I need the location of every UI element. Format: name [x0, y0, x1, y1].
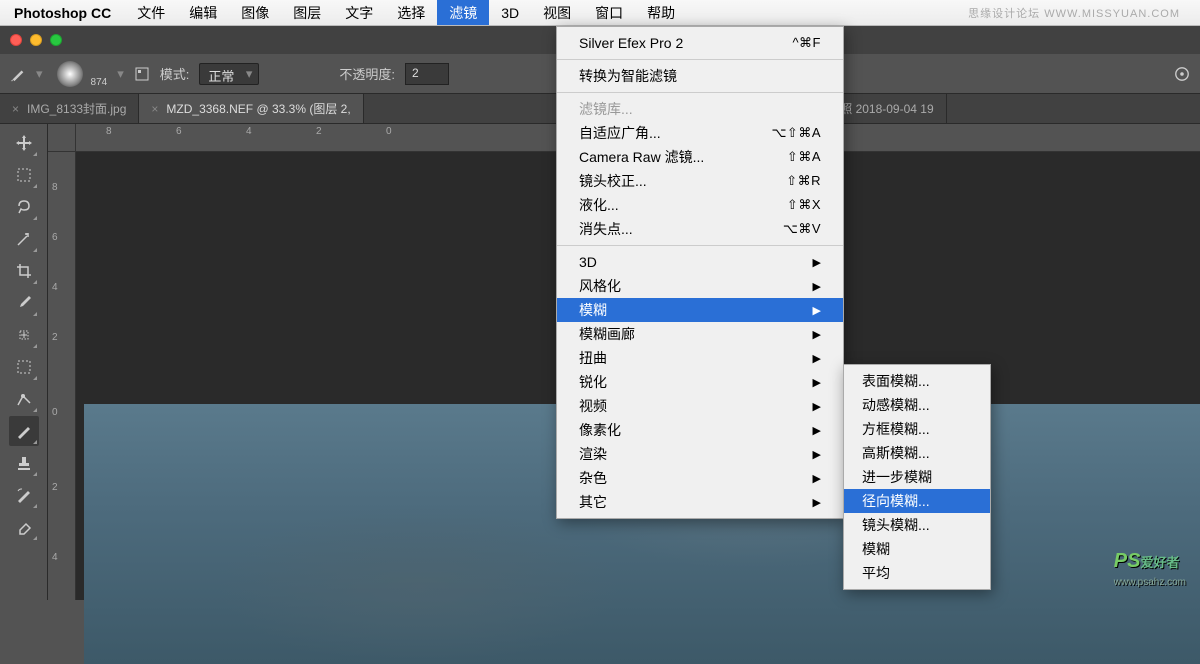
stamp-tool[interactable]: [9, 448, 39, 478]
lasso-tool[interactable]: [9, 192, 39, 222]
blur-lens[interactable]: 镜头模糊...: [844, 513, 990, 537]
maximize-window-button[interactable]: [50, 34, 62, 46]
menu-window[interactable]: 窗口: [583, 0, 635, 25]
blur-motion[interactable]: 动感模糊...: [844, 393, 990, 417]
opacity-label: 不透明度:: [339, 64, 395, 83]
menu-edit[interactable]: 编辑: [177, 0, 229, 25]
blur-radial[interactable]: 径向模糊...: [844, 489, 990, 513]
menu-select[interactable]: 选择: [385, 0, 437, 25]
eyedropper-tool[interactable]: [9, 288, 39, 318]
blur-surface[interactable]: 表面模糊...: [844, 369, 990, 393]
brush-preview[interactable]: [53, 57, 87, 91]
filter-render-submenu[interactable]: 渲染▶: [557, 442, 843, 466]
path-tool[interactable]: [9, 384, 39, 414]
filter-3d-submenu[interactable]: 3D▶: [557, 250, 843, 274]
doc-tab-0[interactable]: ×IMG_8133封面.jpg: [0, 94, 139, 123]
menu-3d[interactable]: 3D: [489, 0, 531, 25]
watermark-bottom: PS爱好者 www.psahz.com: [1114, 550, 1186, 588]
close-icon[interactable]: ×: [12, 102, 19, 116]
minimize-window-button[interactable]: [30, 34, 42, 46]
brush-tool-icon[interactable]: [10, 66, 26, 82]
blur-more[interactable]: 进一步模糊: [844, 465, 990, 489]
blend-mode-select[interactable]: 正常▾: [199, 63, 259, 85]
filter-convert-smart[interactable]: 转换为智能滤镜: [557, 64, 843, 88]
watermark-top: 思缘设计论坛 WWW.MISSYUAN.COM: [968, 5, 1180, 21]
magic-wand-tool[interactable]: [9, 224, 39, 254]
ruler-vertical: 8 6 4 2 0 2 4: [48, 152, 76, 600]
healing-tool[interactable]: [9, 320, 39, 350]
menu-filter[interactable]: 滤镜: [437, 0, 489, 25]
filter-vanishing-point[interactable]: 消失点...⌥⌘V: [557, 217, 843, 241]
mode-label: 模式:: [160, 64, 190, 83]
filter-video-submenu[interactable]: 视频▶: [557, 394, 843, 418]
filter-blur-gallery-submenu[interactable]: 模糊画廊▶: [557, 322, 843, 346]
crop-tool[interactable]: [9, 256, 39, 286]
close-icon[interactable]: ×: [151, 102, 158, 116]
blur-average[interactable]: 平均: [844, 561, 990, 585]
brush-panel-icon[interactable]: [134, 66, 150, 82]
app-name: Photoshop CC: [0, 5, 125, 21]
filter-menu-dropdown: Silver Efex Pro 2^⌘F 转换为智能滤镜 滤镜库... 自适应广…: [556, 26, 844, 519]
menu-file[interactable]: 文件: [125, 0, 177, 25]
filter-liquify[interactable]: 液化...⇧⌘X: [557, 193, 843, 217]
menu-view[interactable]: 视图: [531, 0, 583, 25]
filter-noise-submenu[interactable]: 杂色▶: [557, 466, 843, 490]
filter-last-item[interactable]: Silver Efex Pro 2^⌘F: [557, 31, 843, 55]
filter-distort-submenu[interactable]: 扭曲▶: [557, 346, 843, 370]
brush-size-value: 874: [91, 77, 108, 88]
system-menubar: Photoshop CC 文件 编辑 图像 图层 文字 选择 滤镜 3D 视图 …: [0, 0, 1200, 26]
toolbox: [0, 124, 48, 600]
history-brush-tool[interactable]: [9, 480, 39, 510]
ruler-corner: [48, 124, 76, 152]
filter-lens-correction[interactable]: 镜头校正...⇧⌘R: [557, 169, 843, 193]
doc-tab-1[interactable]: ×MZD_3368.NEF @ 33.3% (图层 2,: [139, 94, 363, 123]
filter-adaptive-wide[interactable]: 自适应广角...⌥⇧⌘A: [557, 121, 843, 145]
traffic-lights: [10, 34, 62, 46]
filter-blur-submenu[interactable]: 模糊▶: [557, 298, 843, 322]
filter-pixelate-submenu[interactable]: 像素化▶: [557, 418, 843, 442]
brush-tool[interactable]: [9, 416, 39, 446]
target-icon[interactable]: [1174, 66, 1190, 82]
menu-type[interactable]: 文字: [333, 0, 385, 25]
frame-tool[interactable]: [9, 352, 39, 382]
eraser-tool[interactable]: [9, 512, 39, 542]
filter-stylize-submenu[interactable]: 风格化▶: [557, 274, 843, 298]
filter-camera-raw[interactable]: Camera Raw 滤镜...⇧⌘A: [557, 145, 843, 169]
menu-image[interactable]: 图像: [229, 0, 281, 25]
move-tool[interactable]: [9, 128, 39, 158]
blur-blur[interactable]: 模糊: [844, 537, 990, 561]
filter-gallery: 滤镜库...: [557, 97, 843, 121]
marquee-tool[interactable]: [9, 160, 39, 190]
menu-help[interactable]: 帮助: [635, 0, 687, 25]
blur-gaussian[interactable]: 高斯模糊...: [844, 441, 990, 465]
blur-box[interactable]: 方框模糊...: [844, 417, 990, 441]
menu-layer[interactable]: 图层: [281, 0, 333, 25]
filter-sharpen-submenu[interactable]: 锐化▶: [557, 370, 843, 394]
filter-other-submenu[interactable]: 其它▶: [557, 490, 843, 514]
opacity-field[interactable]: 2: [405, 63, 449, 85]
close-window-button[interactable]: [10, 34, 22, 46]
blur-submenu: 表面模糊... 动感模糊... 方框模糊... 高斯模糊... 进一步模糊 径向…: [843, 364, 991, 590]
